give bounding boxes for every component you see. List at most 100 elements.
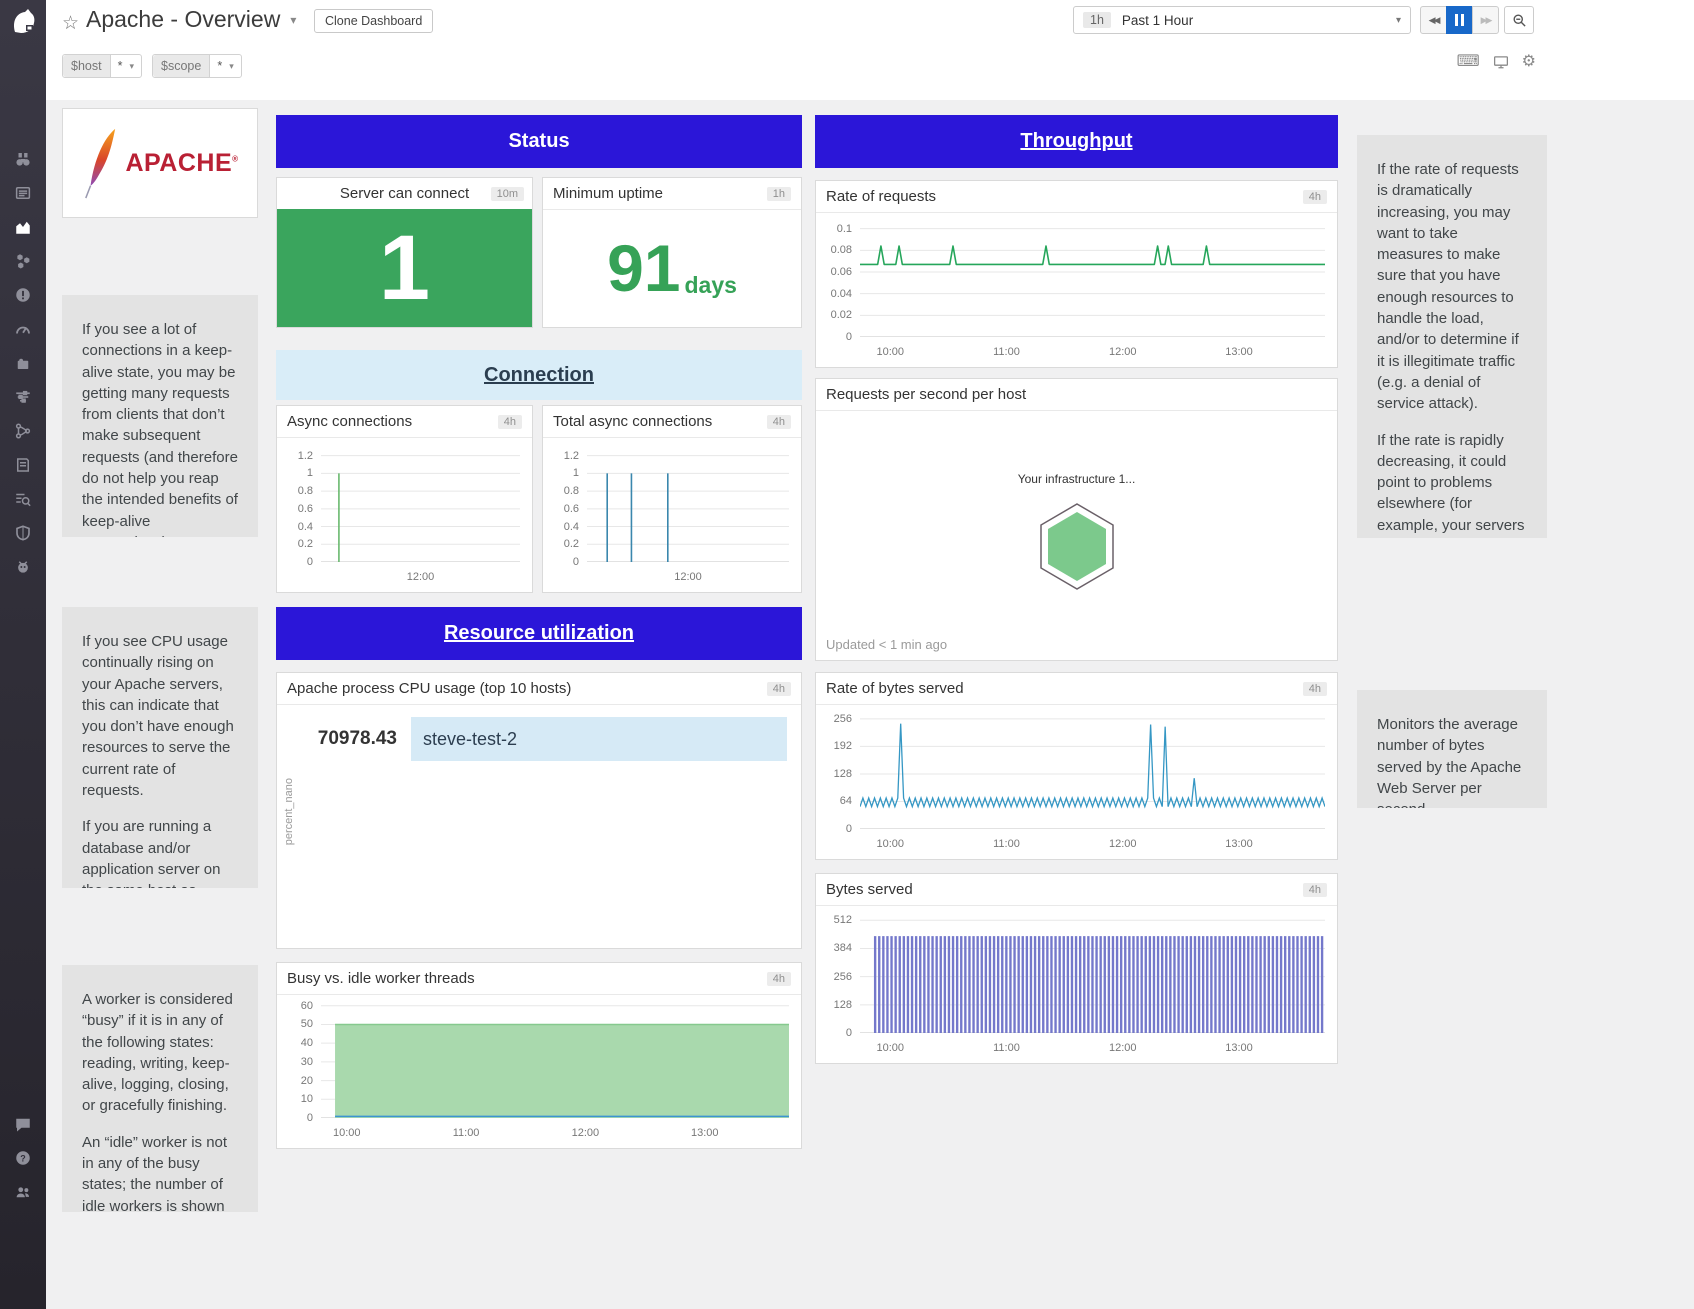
plot-area [321,1002,789,1118]
note-text: If the rate of requests is dramatically … [1377,159,1527,415]
y-axis-labels: 00.20.40.60.811.2 [285,445,317,562]
note-keep-alive: If you see a lot of connections in a kee… [62,295,258,537]
time-forward-button[interactable]: ▶▶ [1472,6,1499,34]
watchdog-binoculars-icon[interactable] [0,142,46,176]
sidebar-nav [0,142,46,584]
total-async-connections-chart[interactable]: 00.20.40.60.811.2 12:00 [551,441,793,586]
traces-branch-icon[interactable] [0,414,46,448]
note-text: An “idle” worker is not in any of the bu… [82,1132,238,1212]
users-icon[interactable] [0,1175,46,1209]
infrastructure-hexagons-icon[interactable] [0,244,46,278]
uptime-value: 91 [607,235,680,301]
dashboards-chart-icon[interactable] [0,210,46,244]
async-connections-chart[interactable]: 00.20.40.60.811.2 12:00 [285,441,524,586]
time-window-badge: 4h [767,972,791,986]
page-title: Apache - Overview [86,6,280,33]
widget-rate-of-bytes-served[interactable]: Rate of bytes served4h 064128192256 10:0… [815,672,1338,860]
caret-down-icon: ▾ [129,61,141,72]
y-axis-labels: 00.20.40.60.811.2 [551,445,583,562]
widget-title: Busy vs. idle worker threads [287,970,475,987]
time-window-badge: 10m [491,187,524,201]
widget-title: Requests per second per host [826,386,1026,403]
notebook-icon[interactable] [0,448,46,482]
section-title: Status [508,130,569,153]
time-pause-button[interactable] [1446,6,1473,34]
section-banner-status[interactable]: Status [276,115,802,168]
busy-idle-chart[interactable]: 0102030405060 10:0011:0012:0013:00 [285,998,793,1142]
widget-async-connections[interactable]: Async connections4h 00.20.40.60.811.2 12… [276,405,533,593]
template-var-host[interactable]: $host * ▾ [62,54,142,78]
widget-cpu-toplist[interactable]: Apache process CPU usage (top 10 hosts)4… [276,672,802,949]
x-axis-labels: 10:0011:0012:0013:00 [860,343,1325,359]
integrations-puzzle-icon[interactable] [0,346,46,380]
note-text: If you see a lot of connections in a kee… [82,319,238,537]
monitors-alert-icon[interactable] [0,278,46,312]
check-status-ok: 1 [277,209,532,327]
widget-busy-idle-workers[interactable]: Busy vs. idle worker threads 4h 010203040… [276,962,802,1149]
security-shield-icon[interactable] [0,516,46,550]
chat-bubble-icon[interactable] [0,1107,46,1141]
var-name: $scope [153,55,210,77]
widget-rate-of-requests[interactable]: Rate of requests4h 00.020.040.060.080.1 … [815,180,1338,368]
caret-down-icon: ▾ [1396,15,1401,26]
help-question-icon[interactable]: ? [0,1141,46,1175]
time-range-selector[interactable]: 1h Past 1 Hour ▾ [1073,6,1411,34]
tv-mode-icon[interactable] [1493,55,1509,69]
keyboard-shortcuts-icon[interactable]: ⌨ [1457,54,1480,70]
note-worker-threads: A worker is considered “busy” if it is i… [62,965,258,1212]
time-window-badge: 1h [767,187,791,201]
time-nav-buttons: ◀◀ ▶▶ [1420,6,1499,34]
section-title: Connection [484,364,594,387]
rate-of-bytes-chart[interactable]: 064128192256 10:0011:0012:0013:00 [824,708,1329,853]
plot-area [860,712,1325,829]
plot-area [321,445,520,562]
toplist-unit-label: percent_nano [283,778,295,845]
events-list-icon[interactable] [0,176,46,210]
var-value: * [111,59,130,73]
widget-minimum-uptime[interactable]: Minimum uptime1h 91 days [542,177,802,328]
x-axis-labels: 12:00 [587,568,789,584]
apm-filter-icon[interactable] [0,380,46,414]
host-hexagon[interactable] [1037,502,1117,597]
section-banner-resource-utilization[interactable]: Resource utilization [276,607,802,660]
note-cpu-usage: If you see CPU usage continually rising … [62,607,258,888]
note-bytes-served: Monitors the average number of bytes ser… [1357,690,1547,808]
time-window-badge: 4h [1303,190,1327,204]
synthetics-bot-icon[interactable] [0,550,46,584]
template-var-scope[interactable]: $scope * ▾ [152,54,242,78]
clone-dashboard-button[interactable]: Clone Dashboard [314,9,433,33]
datadog-logo[interactable] [7,6,39,38]
favorite-star-icon[interactable]: ☆ [62,12,79,35]
widget-bytes-served[interactable]: Bytes served4h 0128256384512 10:0011:001… [815,873,1338,1064]
section-banner-throughput[interactable]: Throughput [815,115,1338,168]
time-window-badge: 4h [767,682,791,696]
widget-total-async-connections[interactable]: Total async connections4h 00.20.40.60.81… [542,405,802,593]
status-value: 1 [379,216,430,321]
note-text: If you are running a database and/or app… [82,816,238,888]
dashboard-title-group[interactable]: Apache - Overview ▾ [86,6,296,33]
widget-server-can-connect[interactable]: Server can connect10m 1 [276,177,533,328]
toplist-host: steve-test-2 [423,729,517,750]
metrics-gauge-icon[interactable] [0,312,46,346]
gear-icon[interactable]: ⚙ [1522,54,1536,70]
rate-of-requests-chart[interactable]: 00.020.040.060.080.1 10:0011:0012:0013:0… [824,216,1329,361]
time-rewind-button[interactable]: ◀◀ [1420,6,1447,34]
widget-title: Bytes served [826,881,913,898]
plot-area [587,445,789,562]
toplist-bar[interactable]: steve-test-2 [411,717,787,761]
time-range-badge: 1h [1083,12,1111,28]
sidebar-bottom: ? [0,1107,46,1209]
x-axis-labels: 10:0011:0012:0013:00 [860,835,1325,851]
logs-search-icon[interactable] [0,482,46,516]
note-text: If you see CPU usage continually rising … [82,631,238,801]
widget-requests-per-second-per-host[interactable]: Requests per second per host Your infras… [815,378,1338,661]
apache-logo-text: APACHE® [125,149,238,178]
y-axis-labels: 0128256384512 [824,913,856,1033]
apache-feather-icon [81,127,119,199]
section-title: Resource utilization [444,622,634,645]
section-banner-connection[interactable]: Connection [276,350,802,400]
toplist-value: 70978.43 [285,728,411,750]
time-window-badge: 4h [767,415,791,429]
zoom-out-button[interactable] [1504,6,1534,34]
bytes-served-chart[interactable]: 0128256384512 10:0011:0012:0013:00 [824,909,1329,1057]
